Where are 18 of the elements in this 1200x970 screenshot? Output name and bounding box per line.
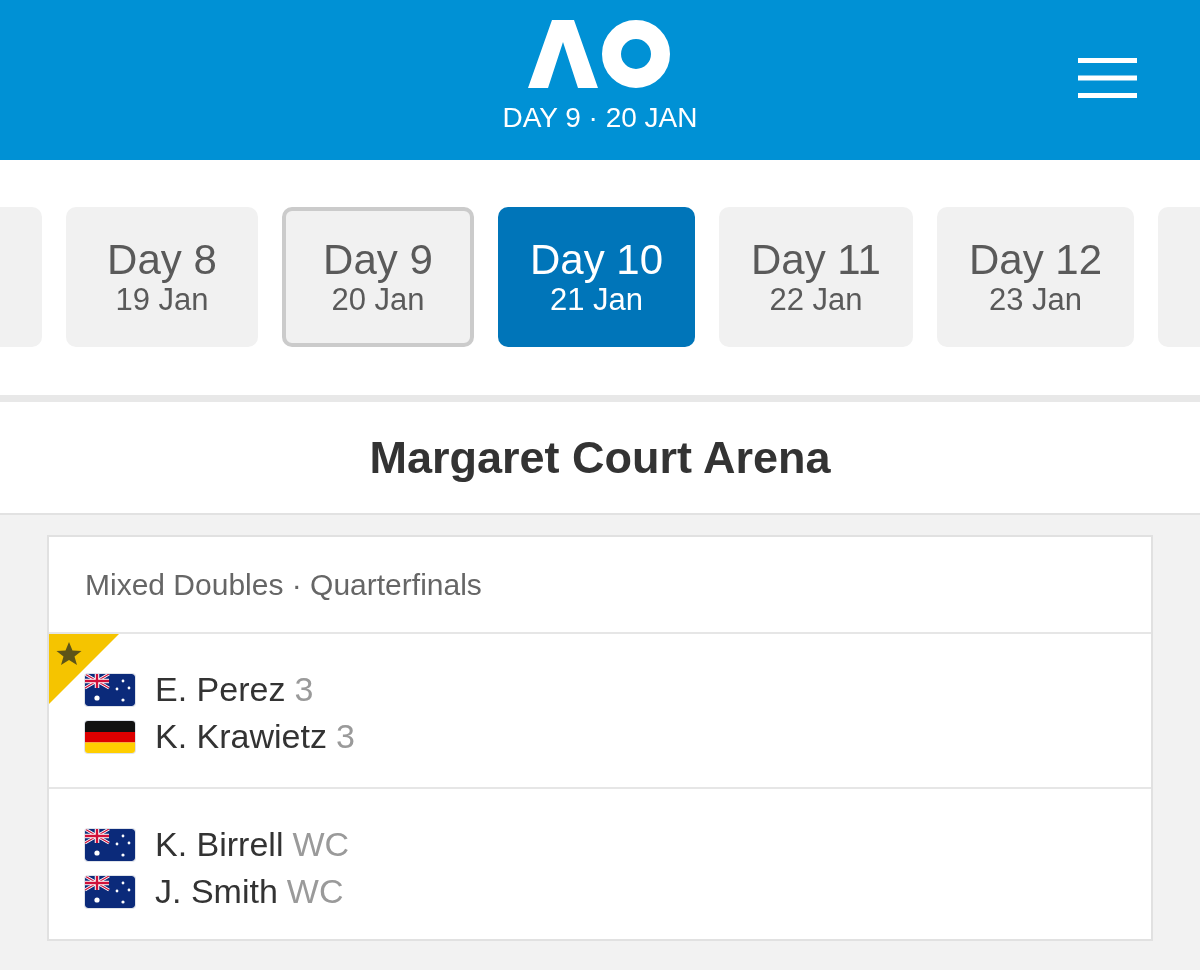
menu-button[interactable] (1078, 58, 1137, 98)
player-name: K. Birrell (155, 825, 284, 864)
seed-label: WC (292, 825, 350, 864)
event-label: Mixed Doubles · Quarterfinals (85, 567, 482, 602)
seed-label: 3 (335, 717, 355, 756)
seed-label: WC (286, 872, 344, 911)
day-tab[interactable]: Day 11 22 Jan (719, 207, 913, 347)
player-name: J. Smith (155, 872, 278, 911)
day-tab[interactable]: Day 9 20 Jan (281, 207, 474, 347)
player-name: K. Krawietz (155, 717, 327, 756)
venue-title: Margaret Court Arena (369, 431, 831, 484)
day-date-heading: DAY 9 · 20 JAN (502, 102, 698, 134)
day-tab[interactable]: Day 8 19 Jan (65, 207, 258, 347)
player-name: E. Perez (155, 670, 286, 709)
menu-icon (1078, 58, 1137, 98)
day-tab[interactable]: Day 12 23 Jan (937, 207, 1135, 347)
day-tab[interactable]: Day 10 21 Jan (497, 207, 695, 347)
seed-label: 3 (294, 670, 314, 709)
